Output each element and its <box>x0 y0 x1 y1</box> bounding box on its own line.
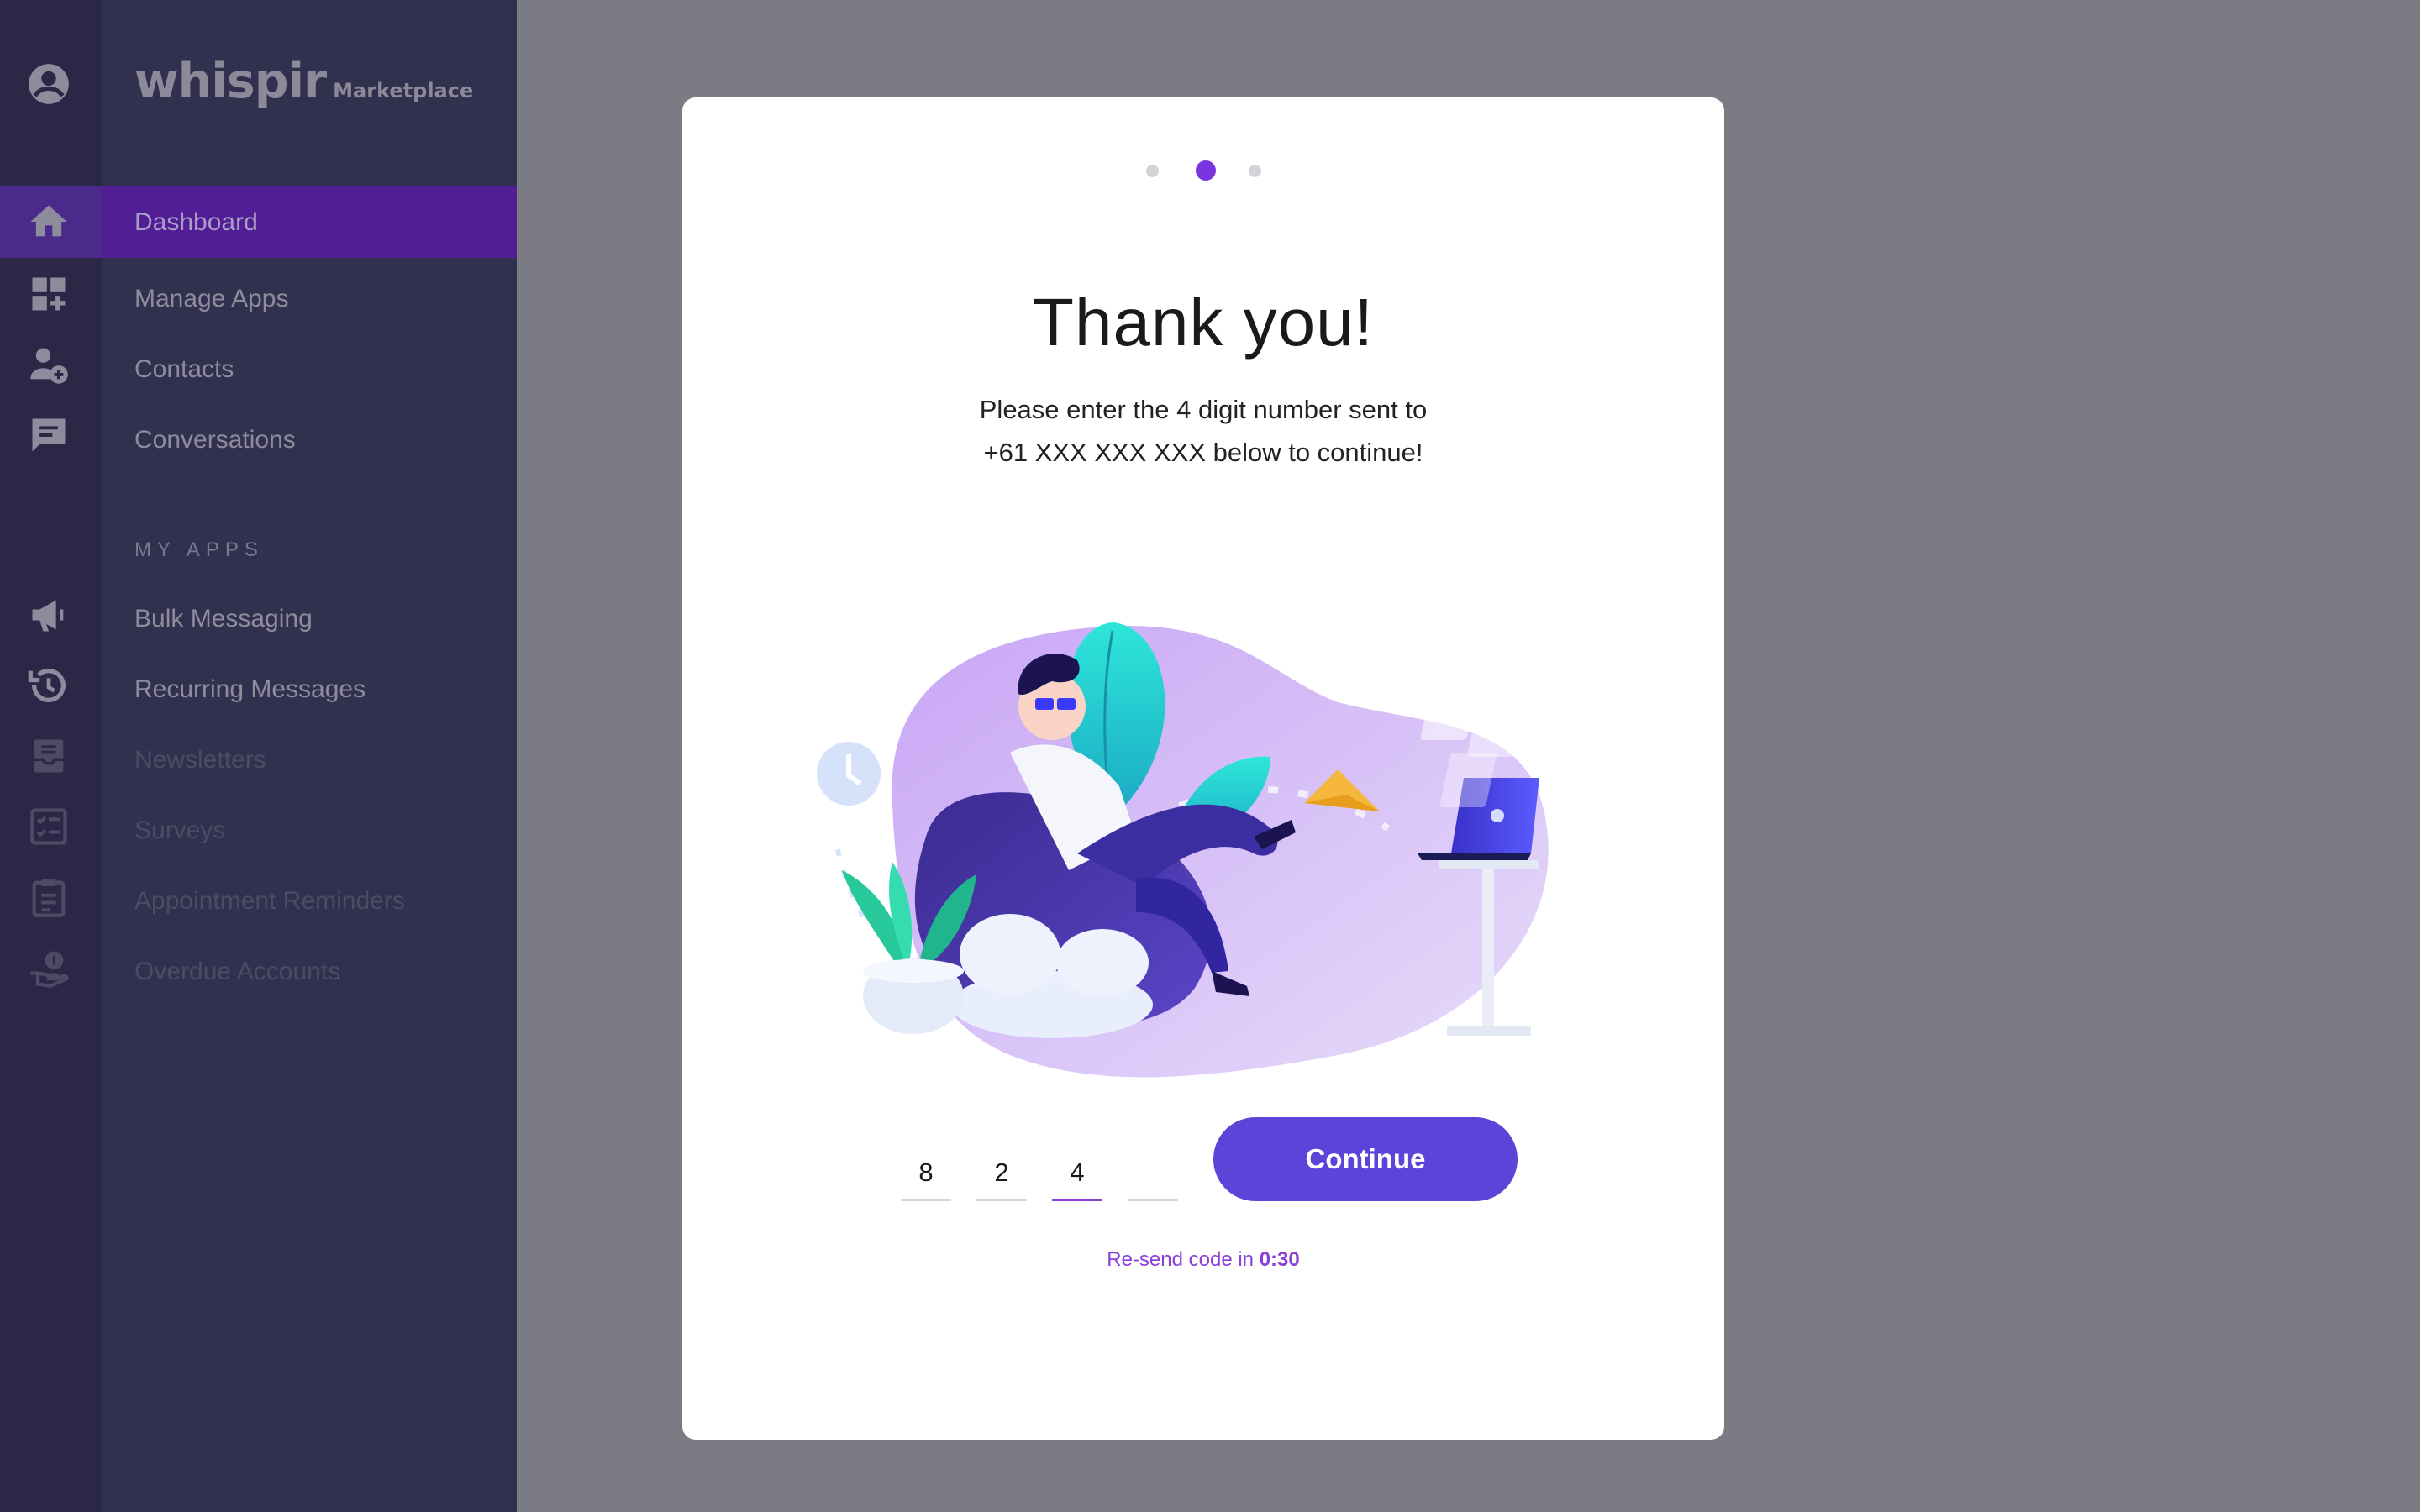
sidebar-item-manage-apps[interactable]: Manage Apps <box>134 282 288 316</box>
inbox-icon[interactable] <box>27 734 71 778</box>
code-digit-2[interactable]: 2 <box>976 1146 1027 1200</box>
sidebar-item-dashboard[interactable]: Dashboard <box>134 206 258 239</box>
step-dot-3 <box>1249 165 1261 177</box>
step-dot-1 <box>1146 165 1159 177</box>
relaxing-man-illustration <box>817 622 1549 1078</box>
verification-modal: Thank you! Please enter the 4 digit numb… <box>682 97 1724 1440</box>
clipboard-icon[interactable] <box>27 875 71 919</box>
code-digit-3-underline-active <box>1052 1199 1102 1201</box>
modal-description-line-2: +61 XXX XXX XXX below to continue! <box>983 438 1423 467</box>
sidebar-item-conversations[interactable]: Conversations <box>134 423 296 457</box>
account-icon[interactable] <box>27 62 71 106</box>
code-digit-4-underline <box>1128 1199 1178 1201</box>
sidebar-item-newsletters[interactable]: Newsletters <box>134 743 266 777</box>
sidebar-item-bulk-messaging[interactable]: Bulk Messaging <box>134 602 313 636</box>
conversation-icon[interactable] <box>27 413 71 457</box>
sidebar-item-contacts[interactable]: Contacts <box>134 353 234 386</box>
code-digit-3[interactable]: 4 <box>1052 1146 1102 1200</box>
home-icon[interactable] <box>27 200 71 244</box>
resend-countdown: 0:30 <box>1259 1248 1300 1271</box>
resend-label: Re-send code in <box>1107 1248 1255 1271</box>
sidebar-item-surveys[interactable]: Surveys <box>134 814 225 848</box>
megaphone-icon[interactable] <box>27 593 71 637</box>
sidebar-item-appointment-reminders[interactable]: Appointment Reminders <box>134 885 405 918</box>
resend-code-link[interactable]: Re-send code in 0:30 <box>682 1248 1724 1272</box>
code-digit-1-underline <box>901 1199 951 1201</box>
add-contact-icon[interactable] <box>27 343 71 386</box>
logo-subtitle: Marketplace <box>333 79 474 102</box>
history-icon[interactable] <box>27 664 71 707</box>
checklist-icon[interactable] <box>27 805 71 848</box>
money-hand-icon[interactable] <box>27 946 71 990</box>
code-digit-4[interactable] <box>1128 1146 1178 1200</box>
modal-description-line-1: Please enter the 4 digit number sent to <box>979 395 1428 424</box>
code-digit-2-underline <box>976 1199 1027 1201</box>
logo-text: whispir <box>134 54 327 109</box>
continue-button[interactable]: Continue <box>1213 1117 1518 1201</box>
step-dot-2-active <box>1196 160 1216 181</box>
my-apps-section-label: MY APPS <box>134 538 264 561</box>
code-digit-1[interactable]: 8 <box>901 1146 951 1200</box>
add-apps-icon[interactable] <box>27 272 71 316</box>
modal-title: Thank you! <box>1033 285 1374 360</box>
sidebar-item-recurring-messages[interactable]: Recurring Messages <box>134 673 366 706</box>
sidebar-item-overdue-accounts[interactable]: Overdue Accounts <box>134 955 340 989</box>
whispir-logo[interactable]: whispir Marketplace <box>134 54 473 109</box>
icon-rail <box>0 0 102 1512</box>
